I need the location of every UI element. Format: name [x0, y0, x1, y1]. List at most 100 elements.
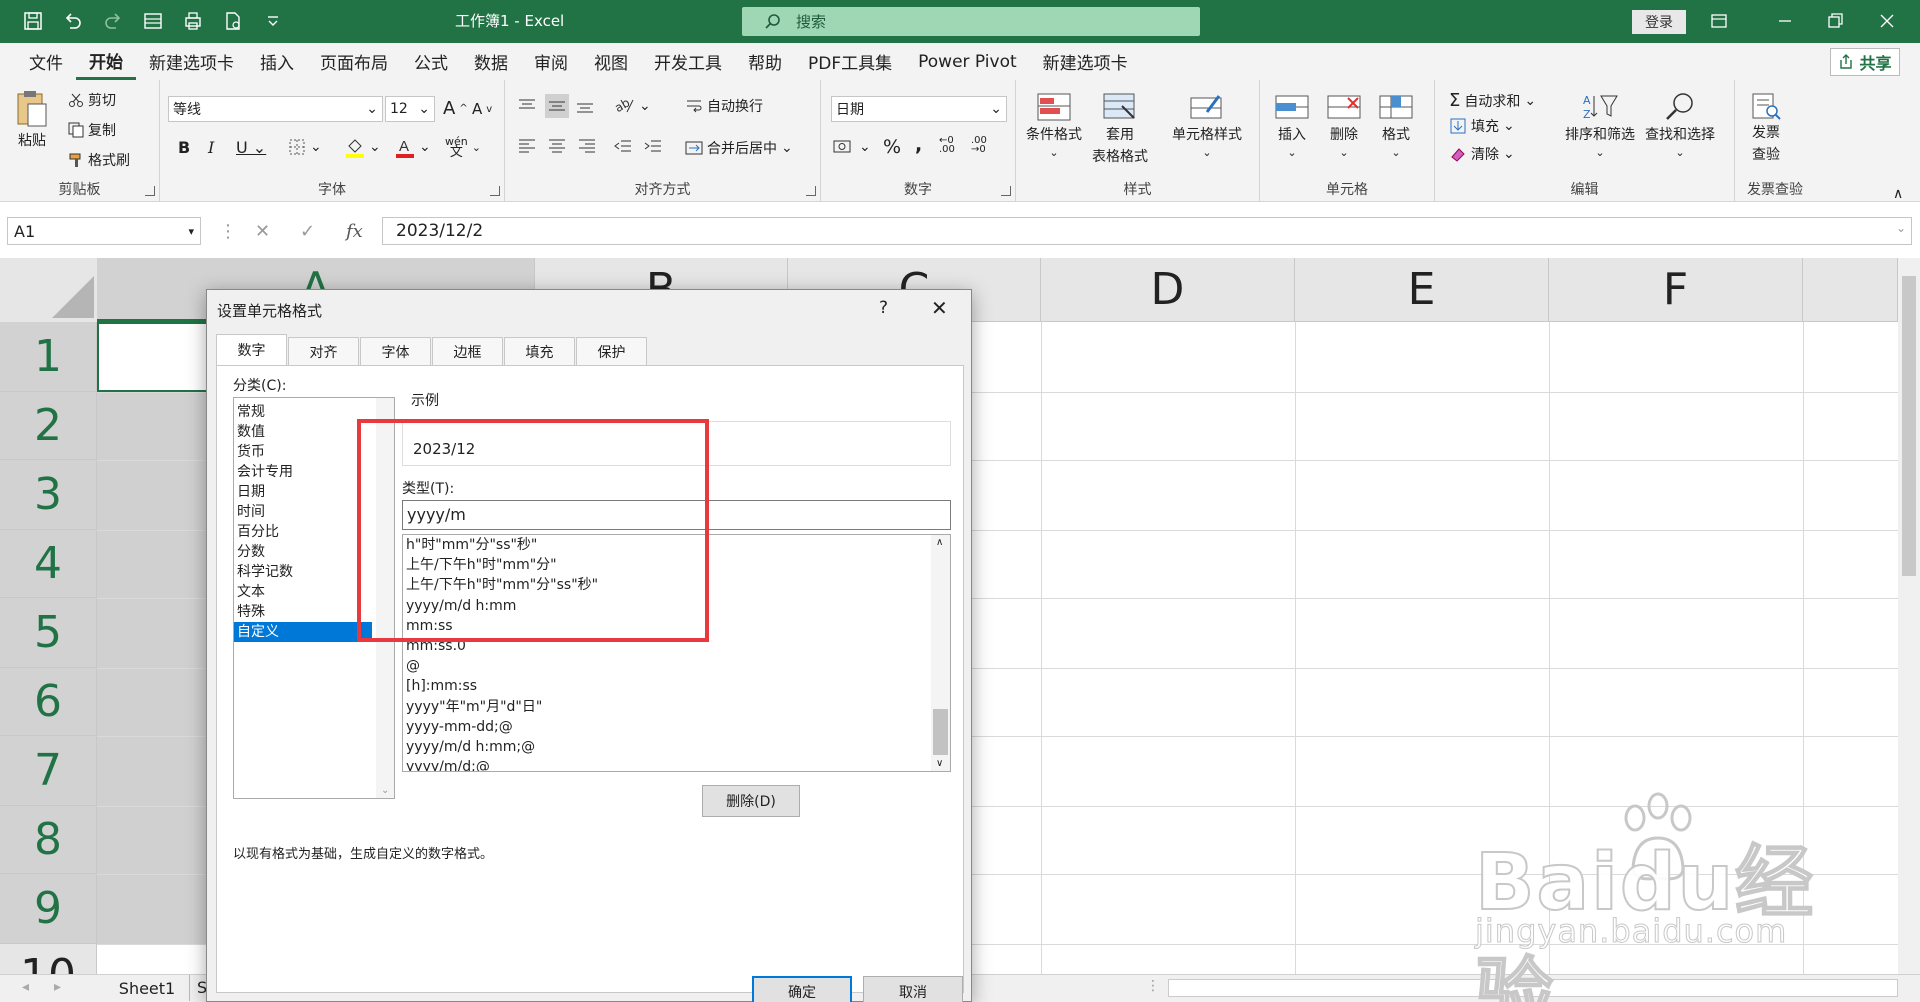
tab-developer[interactable]: 开发工具 [641, 43, 735, 80]
row-header-3[interactable]: 3 [0, 460, 97, 530]
column-header-f[interactable]: F [1549, 258, 1803, 322]
category-item[interactable]: 百分比 [234, 522, 372, 542]
autosum-button[interactable]: Σ 自动求和 ⌄ [1449, 90, 1536, 111]
fill-color-icon[interactable]: ⌄ [345, 136, 381, 158]
category-item[interactable]: 科学记数 [234, 562, 372, 582]
decrease-decimal-icon[interactable]: .00 →0 [971, 136, 987, 155]
format-list-scroll-thumb[interactable] [933, 709, 948, 755]
align-right-icon[interactable] [577, 136, 597, 156]
name-box[interactable]: A1 ▾ [7, 217, 201, 245]
prev-sheet-icon[interactable]: ◂ [22, 979, 29, 995]
print-preview-icon[interactable] [180, 8, 206, 34]
tab-page-layout[interactable]: 页面布局 [307, 43, 401, 80]
scroll-up-icon[interactable]: ∧ [936, 537, 943, 548]
tab-home[interactable]: 开始 [76, 43, 136, 80]
tab-pdf-tools[interactable]: PDF工具集 [795, 43, 905, 80]
tab-protection[interactable]: 保护 [576, 337, 647, 365]
wrap-text-button[interactable]: 自动换行 [685, 96, 763, 116]
restore-icon[interactable] [1820, 8, 1850, 34]
comma-icon[interactable]: , [915, 134, 922, 156]
form-icon[interactable] [140, 8, 166, 34]
row-header-8[interactable]: 8 [0, 806, 97, 874]
align-center-icon[interactable] [547, 136, 567, 156]
redo-icon[interactable] [100, 8, 126, 34]
document-icon[interactable] [220, 8, 246, 34]
conditional-format-button[interactable]: 条件格式 ⌄ [1026, 92, 1082, 159]
percent-icon[interactable]: % [883, 136, 901, 158]
expand-formula-icon[interactable]: ⌄ [1896, 221, 1906, 235]
tab-insert[interactable]: 插入 [247, 43, 307, 80]
column-header-e[interactable]: E [1295, 258, 1549, 322]
accounting-format-icon[interactable]: ⌄ [833, 138, 871, 156]
tab-view[interactable]: 视图 [581, 43, 641, 80]
category-item[interactable]: 分数 [234, 542, 372, 562]
category-item-custom[interactable]: 自定义 [234, 622, 372, 642]
delete-cells-button[interactable]: 删除 ⌄ [1326, 92, 1362, 159]
login-button[interactable]: 登录 [1632, 10, 1686, 34]
row-header-5[interactable]: 5 [0, 598, 97, 668]
collapse-ribbon-icon[interactable]: ∧ [1893, 186, 1903, 202]
underline-icon[interactable]: U ⌄ [236, 138, 266, 157]
delete-format-button[interactable]: 删除(D) [702, 785, 800, 817]
scroll-down-icon[interactable]: ∨ [936, 758, 943, 769]
ribbon-display-icon[interactable] [1704, 8, 1734, 34]
cancel-icon[interactable]: ✕ [255, 221, 270, 242]
cut-button[interactable]: 剪切 [68, 90, 116, 110]
tab-new-1[interactable]: 新建选项卡 [136, 43, 247, 80]
row-header-10[interactable]: 10 [0, 944, 97, 974]
copy-button[interactable]: 复制 [68, 120, 116, 140]
cancel-button[interactable]: 取消 [863, 976, 963, 1002]
format-cells-button[interactable]: 格式 ⌄ [1378, 92, 1414, 159]
customize-qat-icon[interactable] [260, 8, 286, 34]
save-icon[interactable] [20, 8, 46, 34]
tab-fill[interactable]: 填充 [504, 337, 575, 365]
help-icon[interactable]: ? [879, 298, 888, 318]
format-item[interactable]: [h]:mm:ss [403, 676, 950, 696]
clipboard-launcher-icon[interactable] [145, 186, 155, 196]
number-launcher-icon[interactable] [1001, 186, 1011, 196]
category-item[interactable]: 时间 [234, 502, 372, 522]
tab-font[interactable]: 字体 [360, 337, 431, 365]
number-format-combo[interactable]: 日期 ⌄ [831, 96, 1007, 122]
row-header-4[interactable]: 4 [0, 530, 97, 598]
phonetic-icon[interactable]: wén 文 ⌄ [445, 136, 481, 159]
close-window-icon[interactable] [1872, 8, 1902, 34]
tab-file[interactable]: 文件 [16, 43, 76, 80]
increase-indent-icon[interactable] [643, 136, 663, 156]
formula-input[interactable]: 2023/12/2 [382, 217, 1912, 245]
format-item[interactable]: yyyy/m/d;@ [403, 757, 950, 771]
format-item[interactable]: yyyy/m/d h:mm;@ [403, 737, 950, 757]
tab-power-pivot[interactable]: Power Pivot [905, 43, 1030, 80]
row-header-7[interactable]: 7 [0, 736, 97, 806]
tab-review[interactable]: 审阅 [521, 43, 581, 80]
tab-alignment[interactable]: 对齐 [288, 337, 359, 365]
tab-data[interactable]: 数据 [461, 43, 521, 80]
row-header-6[interactable]: 6 [0, 668, 97, 736]
category-item[interactable]: 特殊 [234, 602, 372, 622]
tab-number[interactable]: 数字 [216, 334, 287, 365]
borders-icon[interactable]: ⌄ [288, 138, 322, 156]
enter-check-icon[interactable]: ✓ [300, 221, 315, 242]
align-left-icon[interactable] [517, 136, 537, 156]
format-item[interactable]: yyyy-mm-dd;@ [403, 717, 950, 737]
fill-button[interactable]: 填充 ⌄ [1449, 116, 1515, 136]
merge-center-button[interactable]: 合并后居中 ⌄ [685, 138, 793, 158]
column-header-d[interactable]: D [1041, 258, 1295, 322]
vertical-scrollbar[interactable] [1898, 258, 1920, 974]
tab-new-2[interactable]: 新建选项卡 [1030, 43, 1141, 80]
alignment-launcher-icon[interactable] [806, 186, 816, 196]
insert-cells-button[interactable]: 插入 ⌄ [1274, 92, 1310, 159]
category-item[interactable]: 会计专用 [234, 462, 372, 482]
invoice-check-button[interactable]: 发票 查验 [1751, 92, 1781, 164]
next-sheet-icon[interactable]: ▸ [54, 979, 61, 995]
format-item[interactable]: yyyy"年"m"月"d"日" [403, 697, 950, 717]
close-icon[interactable]: ✕ [931, 296, 948, 320]
format-as-table-button[interactable]: 套用 表格格式 [1092, 92, 1148, 166]
italic-icon[interactable]: I [208, 138, 214, 157]
increase-decimal-icon[interactable]: ←0.00 [939, 136, 955, 155]
bold-icon[interactable]: B [178, 138, 190, 157]
font-size-combo[interactable]: 12 ⌄ [385, 96, 435, 122]
row-header-9[interactable]: 9 [0, 874, 97, 944]
shrink-font-icon[interactable]: Av [472, 100, 492, 118]
tab-help[interactable]: 帮助 [735, 43, 795, 80]
